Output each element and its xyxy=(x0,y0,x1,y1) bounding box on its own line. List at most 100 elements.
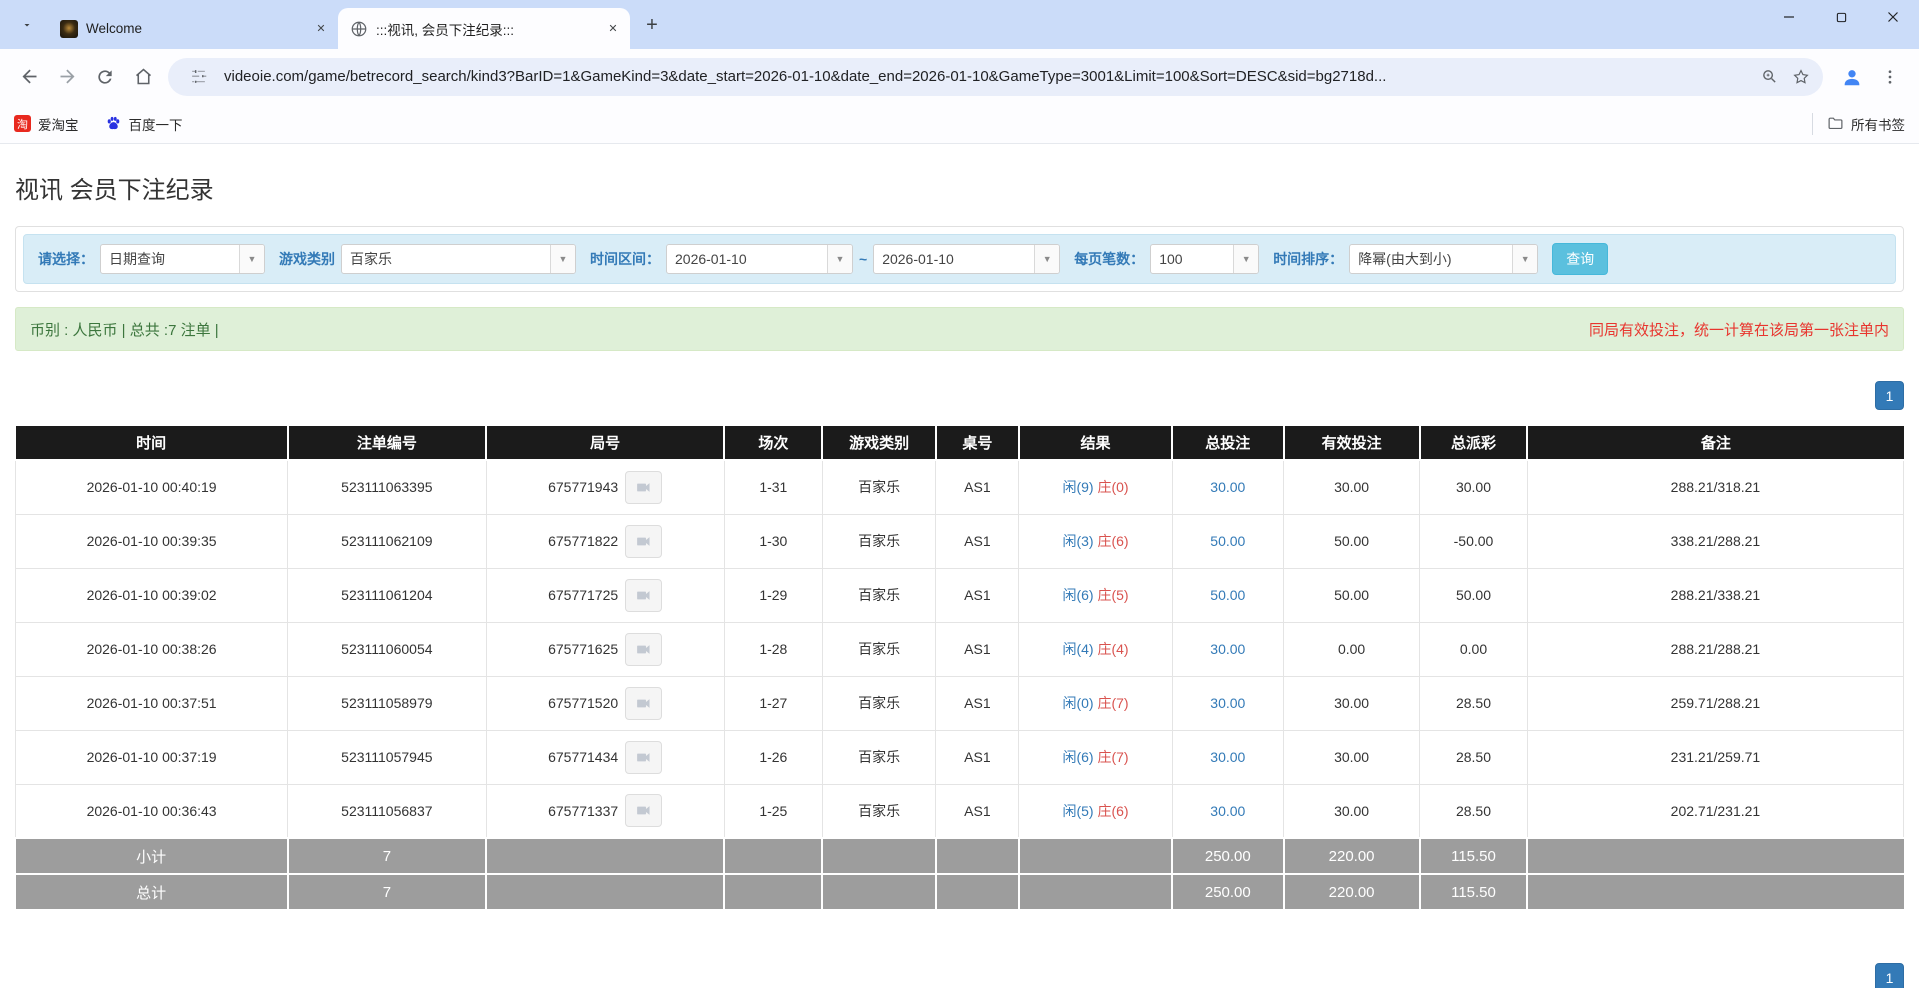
cell-payout: 0.00 xyxy=(1420,622,1528,676)
url-text[interactable]: videoie.com/game/betrecord_search/kind3?… xyxy=(224,68,1753,85)
total-cell-8: 220.00 xyxy=(1284,874,1420,910)
cell-time: 2026-01-10 00:39:02 xyxy=(16,568,288,622)
total-bet-link[interactable]: 30.00 xyxy=(1210,641,1245,657)
video-replay-icon[interactable] xyxy=(625,471,662,504)
video-replay-icon[interactable] xyxy=(625,579,662,612)
home-icon[interactable] xyxy=(124,58,162,96)
game-kind-label: 游戏类别 xyxy=(279,249,335,269)
bookmark-baidu[interactable]: 百度一下 xyxy=(105,114,183,134)
date-start-picker[interactable]: ▼ xyxy=(666,244,853,274)
cell-game-kind: 百家乐 xyxy=(822,460,935,514)
game-kind-input[interactable] xyxy=(342,245,550,273)
tab-welcome[interactable]: Welcome ✕ xyxy=(48,8,338,49)
total-bet-link[interactable]: 50.00 xyxy=(1210,587,1245,603)
chevron-down-icon[interactable]: ▼ xyxy=(827,245,852,273)
bookmark-label: 爱淘宝 xyxy=(38,114,79,134)
column-header: 有效投注 xyxy=(1284,425,1420,460)
video-replay-icon[interactable] xyxy=(625,525,662,558)
bookmarks-bar: 淘 爱淘宝 百度一下 所有书签 xyxy=(0,104,1919,144)
cell-total-bet: 50.00 xyxy=(1172,514,1284,568)
page-1-button[interactable]: 1 xyxy=(1875,381,1904,410)
subtotal-cell-10 xyxy=(1527,838,1903,874)
maximize-button[interactable] xyxy=(1815,0,1867,34)
video-replay-icon[interactable] xyxy=(625,687,662,720)
result-player: 闲(9) xyxy=(1062,479,1093,495)
cell-round-id: 675771337 xyxy=(486,784,724,838)
result-player: 闲(5) xyxy=(1062,803,1093,819)
tab-title: :::视讯, 会员下注纪录::: xyxy=(376,19,604,39)
cell-valid-bet: 50.00 xyxy=(1284,568,1420,622)
page-1-button[interactable]: 1 xyxy=(1875,963,1904,988)
video-replay-icon[interactable] xyxy=(625,741,662,774)
tab-betrecord[interactable]: :::视讯, 会员下注纪录::: ✕ xyxy=(338,8,630,49)
result-banker: 庄(6) xyxy=(1097,803,1128,819)
table-row: 2026-01-10 00:36:43523111056837675771337… xyxy=(16,784,1904,838)
date-end-picker[interactable]: ▼ xyxy=(873,244,1060,274)
cell-bet-id: 523111061204 xyxy=(288,568,486,622)
tab-search-chevron-icon[interactable] xyxy=(12,10,42,40)
star-icon[interactable] xyxy=(1785,61,1817,93)
chevron-down-icon[interactable]: ▼ xyxy=(1034,245,1059,273)
cell-total-bet: 50.00 xyxy=(1172,568,1284,622)
globe-icon xyxy=(350,20,368,38)
new-tab-button[interactable]: + xyxy=(638,11,666,39)
cell-round-id: 675771434 xyxy=(486,730,724,784)
cell-time: 2026-01-10 00:37:19 xyxy=(16,730,288,784)
date-end-input[interactable] xyxy=(874,245,1034,273)
forward-arrow-icon[interactable] xyxy=(48,58,86,96)
total-bet-link[interactable]: 50.00 xyxy=(1210,533,1245,549)
total-bet-link[interactable]: 30.00 xyxy=(1210,749,1245,765)
cell-game-kind: 百家乐 xyxy=(822,676,935,730)
cell-time: 2026-01-10 00:36:43 xyxy=(16,784,288,838)
query-mode-combobox[interactable]: ▼ xyxy=(100,244,265,274)
chevron-down-icon[interactable]: ▼ xyxy=(550,245,575,273)
total-bet-link[interactable]: 30.00 xyxy=(1210,479,1245,495)
chevron-down-icon[interactable]: ▼ xyxy=(1233,245,1258,273)
tab-close-icon[interactable]: ✕ xyxy=(312,20,330,38)
cell-note: 288.21/288.21 xyxy=(1527,622,1903,676)
cell-bet-id: 523111063395 xyxy=(288,460,486,514)
tune-icon[interactable] xyxy=(182,61,214,93)
subtotal-cell-7: 250.00 xyxy=(1172,838,1284,874)
result-banker: 庄(5) xyxy=(1097,587,1128,603)
subtotal-cell-1: 7 xyxy=(288,838,486,874)
sort-combobox[interactable]: ▼ xyxy=(1349,244,1538,274)
round-number: 675771725 xyxy=(548,587,618,603)
round-number: 675771434 xyxy=(548,749,618,765)
video-replay-icon[interactable] xyxy=(625,633,662,666)
cell-bet-id: 523111058979 xyxy=(288,676,486,730)
cell-note: 288.21/318.21 xyxy=(1527,460,1903,514)
total-cell-9: 115.50 xyxy=(1420,874,1528,910)
person-icon[interactable] xyxy=(1833,58,1871,96)
back-arrow-icon[interactable] xyxy=(10,58,48,96)
three-dots-icon[interactable] xyxy=(1871,58,1909,96)
query-mode-input[interactable] xyxy=(101,245,239,273)
table-row: 2026-01-10 00:39:35523111062109675771822… xyxy=(16,514,1904,568)
all-bookmarks[interactable]: 所有书签 xyxy=(1812,113,1905,135)
bookmark-taobao[interactable]: 淘 爱淘宝 xyxy=(14,114,79,134)
per-page-input[interactable] xyxy=(1151,245,1233,273)
subtotal-cell-5 xyxy=(936,838,1019,874)
chevron-down-icon[interactable]: ▼ xyxy=(1512,245,1537,273)
total-bet-link[interactable]: 30.00 xyxy=(1210,695,1245,711)
per-page-combobox[interactable]: ▼ xyxy=(1150,244,1259,274)
close-window-button[interactable] xyxy=(1867,0,1919,34)
result-banker: 庄(4) xyxy=(1097,641,1128,657)
chevron-down-icon[interactable]: ▼ xyxy=(239,245,264,273)
game-kind-combobox[interactable]: ▼ xyxy=(341,244,576,274)
total-cell-2 xyxy=(486,874,724,910)
video-replay-icon[interactable] xyxy=(625,794,662,827)
minimize-button[interactable] xyxy=(1763,0,1815,34)
search-button[interactable]: 查询 xyxy=(1552,243,1608,275)
magnifier-icon[interactable] xyxy=(1753,61,1785,93)
cell-session: 1-27 xyxy=(724,676,822,730)
cell-session: 1-29 xyxy=(724,568,822,622)
sort-input[interactable] xyxy=(1350,245,1512,273)
total-bet-link[interactable]: 30.00 xyxy=(1210,803,1245,819)
tab-close-icon[interactable]: ✕ xyxy=(604,20,622,38)
omnibox[interactable]: videoie.com/game/betrecord_search/kind3?… xyxy=(168,58,1823,96)
cell-game-kind: 百家乐 xyxy=(822,784,935,838)
date-start-input[interactable] xyxy=(667,245,827,273)
result-player: 闲(6) xyxy=(1062,749,1093,765)
reload-icon[interactable] xyxy=(86,58,124,96)
